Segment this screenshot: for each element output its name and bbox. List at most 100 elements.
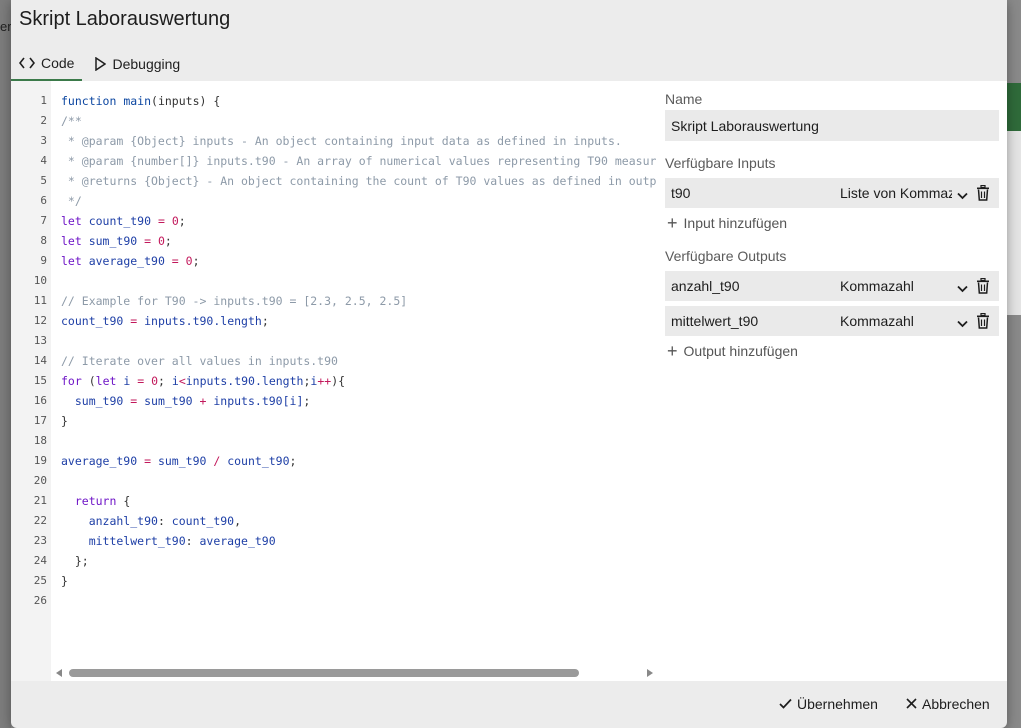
code-editor[interactable]: function main(inputs) {/** * @param {Obj… <box>51 81 656 681</box>
cancel-button[interactable]: Abbrechen <box>906 696 990 712</box>
line-number: 24 <box>33 554 47 567</box>
code-token: return <box>61 494 117 508</box>
chevron-down-icon[interactable] <box>957 187 968 203</box>
line-number: 6 <box>40 194 47 207</box>
line-number: 17 <box>33 414 47 427</box>
line-number: 26 <box>33 594 47 607</box>
code-token: * @param {Object} inputs - An object con… <box>61 134 622 148</box>
tab-code[interactable]: Code <box>11 46 83 81</box>
add-input-button[interactable]: + Input hinzufügen <box>667 214 787 232</box>
background-cut-text: er <box>0 19 12 34</box>
code-line: count_t90 = inputs.t90.length; <box>61 311 269 331</box>
code-token: , <box>234 514 242 528</box>
line-number: 25 <box>33 574 47 587</box>
line-number: 13 <box>33 334 47 347</box>
code-token: }; <box>61 554 89 568</box>
line-number: 22 <box>33 514 47 527</box>
line-number: 14 <box>33 354 47 367</box>
code-token: ; <box>178 214 186 228</box>
line-number: 2 <box>40 114 47 127</box>
code-token: let <box>95 374 117 388</box>
background-white-panel <box>1007 131 1021 315</box>
code-line: for (let i = 0; i<inputs.t90.length;i++)… <box>61 371 345 391</box>
trash-icon[interactable] <box>976 312 990 332</box>
cancel-label: Abbrechen <box>922 696 990 712</box>
plus-icon: + <box>667 341 678 361</box>
line-number: 9 <box>40 254 47 267</box>
code-token: (inputs) { <box>151 94 221 108</box>
background-green-button <box>1007 83 1021 131</box>
tab-debugging[interactable]: Debugging <box>86 46 188 81</box>
code-line: /** <box>61 111 82 131</box>
code-token: anzahl_t90 <box>61 514 158 528</box>
code-token: ( <box>81 374 96 388</box>
output-name[interactable]: anzahl_t90 <box>671 271 740 301</box>
output-type-select[interactable]: Kommazahl <box>840 306 952 336</box>
input-name[interactable]: t90 <box>671 178 690 208</box>
code-token: sum_t90 <box>151 454 214 468</box>
dialog-footer: Übernehmen Abbrechen <box>11 681 1007 728</box>
line-number: 11 <box>33 294 47 307</box>
code-token: inputs.t90.length <box>185 374 304 388</box>
output-name[interactable]: mittelwert_t90 <box>671 306 758 336</box>
chevron-down-icon[interactable] <box>957 280 968 296</box>
name-label: Name <box>665 91 703 107</box>
input-type-select[interactable]: Liste von Kommazahlen <box>840 178 952 208</box>
code-line: return { <box>61 491 130 511</box>
line-number: 7 <box>40 214 47 227</box>
apply-button[interactable]: Übernehmen <box>779 696 878 712</box>
code-token: for <box>61 374 82 388</box>
code-line: function main(inputs) { <box>61 91 220 111</box>
code-token: let <box>61 254 82 268</box>
code-token: average_t90 <box>81 254 172 268</box>
code-line: } <box>61 411 68 431</box>
code-token: mittelwert_t90 <box>61 534 186 548</box>
check-icon <box>779 696 792 712</box>
code-token: i <box>116 374 138 388</box>
code-token: // Example for T90 -> inputs.t90 = [2.3,… <box>61 294 408 308</box>
line-number: 20 <box>33 474 47 487</box>
code-line: mittelwert_t90: average_t90 <box>61 531 276 551</box>
code-line: * @param {Object} inputs - An object con… <box>61 131 622 151</box>
code-token: 0 <box>185 254 193 268</box>
code-token: 0 <box>151 374 159 388</box>
code-token: inputs.t90.length <box>137 314 262 328</box>
scroll-right-icon[interactable] <box>647 669 653 677</box>
line-number-gutter: 1 2 3 4 5 6 7 8 9 10 11 12 13 14 15 16 17 18 19 20 21 22 23 24 2… <box>11 81 51 681</box>
code-token: i <box>171 374 179 388</box>
scrollbar-thumb[interactable] <box>69 669 579 677</box>
code-token: let <box>61 214 82 228</box>
code-line: let sum_t90 = 0; <box>61 231 172 251</box>
properties-panel: Name Skript Laborauswertung Verfügbare I… <box>665 81 999 681</box>
line-number: 5 <box>40 174 47 187</box>
horizontal-scrollbar[interactable] <box>51 666 656 680</box>
code-token: ; <box>303 394 311 408</box>
add-output-button[interactable]: + Output hinzufügen <box>667 341 798 361</box>
trash-icon[interactable] <box>976 184 990 204</box>
tab-bar: Code Debugging <box>11 46 188 81</box>
code-token: sum_t90 <box>81 234 145 248</box>
inputs-label: Verfügbare Inputs <box>665 155 776 171</box>
line-number: 1 <box>40 94 47 107</box>
chevron-down-icon[interactable] <box>957 315 968 331</box>
code-token: ; <box>164 234 172 248</box>
output-row: anzahl_t90 Kommazahl <box>665 271 999 301</box>
trash-icon[interactable] <box>976 277 990 297</box>
code-line: let count_t90 = 0; <box>61 211 186 231</box>
background-left-strip <box>0 0 11 728</box>
code-token: ){ <box>331 374 346 388</box>
play-icon <box>94 56 107 71</box>
name-field[interactable]: Skript Laborauswertung <box>665 110 999 141</box>
code-token: 0 <box>171 214 179 228</box>
output-type-select[interactable]: Kommazahl <box>840 271 952 301</box>
dialog-content: 1 2 3 4 5 6 7 8 9 10 11 12 13 14 15 16 17 18 19 20 21 22 23 24 2… <box>11 81 1007 681</box>
input-row: t90 Liste von Kommazahlen <box>665 178 999 208</box>
line-number: 18 <box>33 434 47 447</box>
code-token: count_t90 <box>61 314 131 328</box>
code-token: = <box>171 254 179 268</box>
code-line: // Iterate over all values in inputs.t90 <box>61 351 338 371</box>
scroll-left-icon[interactable] <box>56 669 62 677</box>
